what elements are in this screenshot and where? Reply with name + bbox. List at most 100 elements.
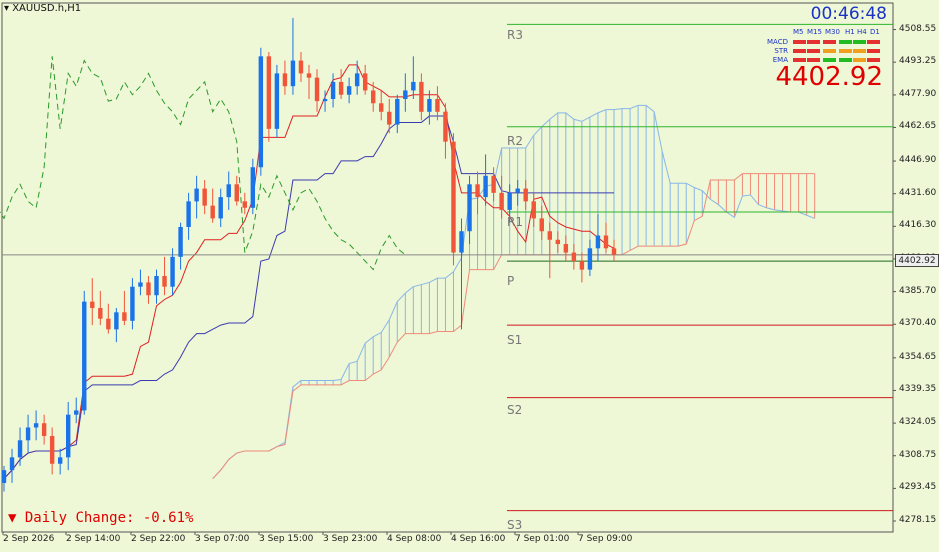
candle-body xyxy=(411,81,416,91)
candle-body xyxy=(298,60,304,74)
candle-body xyxy=(330,81,336,99)
candle-body xyxy=(371,90,376,104)
senkou-span-a xyxy=(212,104,815,480)
candle-body xyxy=(314,77,320,102)
candle-body xyxy=(306,73,312,78)
price-tick-label: 4416.30 xyxy=(899,220,937,231)
pivot-label-p: P xyxy=(507,274,515,288)
candle-body xyxy=(419,81,424,112)
candle-body xyxy=(202,188,207,206)
signal-cell xyxy=(839,49,852,53)
signal-cell xyxy=(823,49,836,53)
candle-body xyxy=(210,205,215,219)
time-tick-label: 7 Sep 01:00 xyxy=(515,534,570,544)
tf-d1: D1 xyxy=(870,28,880,36)
price-tick-label: 4293.45 xyxy=(899,482,937,493)
candle-body xyxy=(33,423,39,428)
candle-body xyxy=(57,457,63,464)
chart-area[interactable]: ▾ XAUUSD.h,H1 00:46:48 M5 M15 M30 H1 H4 … xyxy=(0,0,939,552)
candle-body xyxy=(1,470,7,483)
price-tick-label: 4493.25 xyxy=(899,56,937,67)
candle-body xyxy=(523,188,528,202)
candle-body xyxy=(571,252,577,262)
price-tick-label: 4324.05 xyxy=(899,417,937,428)
tf-h4: H4 xyxy=(857,28,867,36)
candle-body xyxy=(82,301,87,411)
candle-body xyxy=(162,276,167,287)
candle-body xyxy=(290,60,296,87)
down-arrow-icon: ▼ xyxy=(8,510,17,526)
time-tick-label: 3 Sep 07:00 xyxy=(195,534,250,544)
candle-body xyxy=(379,103,384,112)
signal-cell xyxy=(853,40,866,44)
candle-body xyxy=(587,248,593,270)
candle-body xyxy=(338,81,344,95)
price-tick-label: 4339.35 xyxy=(899,384,937,395)
candle-body xyxy=(266,56,272,129)
candle-body xyxy=(403,90,408,99)
candle-body xyxy=(9,457,15,471)
price-tick-label: 4477.90 xyxy=(899,88,937,99)
candle-body xyxy=(114,312,119,330)
candle-body xyxy=(579,261,585,270)
daily-change: ▼ Daily Change: -0.61% xyxy=(8,510,193,526)
candle-timer: 00:46:48 xyxy=(810,4,887,24)
price-tick-label: 4508.55 xyxy=(899,23,937,34)
candle-body xyxy=(346,86,352,95)
tf-h1: H1 xyxy=(845,28,855,36)
price-tick-label: 4462.65 xyxy=(899,121,937,132)
pivot-label-s3: S3 xyxy=(507,518,523,532)
time-tick-label: 7 Sep 09:00 xyxy=(578,534,633,544)
candle-body xyxy=(25,427,31,441)
candle-body xyxy=(274,73,280,129)
tf-m30: M30 xyxy=(825,28,840,36)
candle-body xyxy=(242,201,247,208)
price-tick-label: 4308.75 xyxy=(899,449,937,460)
time-tick-label: 3 Sep 15:00 xyxy=(259,534,314,544)
candle-body xyxy=(611,248,617,255)
pivot-label-r3: R3 xyxy=(507,28,523,42)
signal-cell xyxy=(793,49,806,53)
candle-body xyxy=(507,192,512,210)
candle-body xyxy=(395,98,400,125)
candle-body xyxy=(178,226,183,257)
signal-cell xyxy=(853,49,866,53)
candle-body xyxy=(491,175,496,193)
candle-body xyxy=(354,73,360,87)
signal-cell xyxy=(807,49,820,53)
candle-body xyxy=(41,423,47,437)
time-tick-label: 2 Sep 22:00 xyxy=(131,534,186,544)
current-price-display: 4402.92 xyxy=(775,62,883,92)
candle-body xyxy=(170,256,175,287)
candle-body xyxy=(234,184,239,202)
signal-cell xyxy=(823,40,836,44)
candle-body xyxy=(467,184,472,232)
candle-body xyxy=(250,167,256,208)
time-tick-label: 2 Sep 14:00 xyxy=(66,534,121,544)
symbol-text: XAUUSD.h,H1 xyxy=(12,3,82,14)
price-tick-label: 4354.65 xyxy=(899,351,937,362)
signal-cell xyxy=(793,40,806,44)
candle-body xyxy=(154,276,159,296)
candle-body xyxy=(555,239,561,245)
candle-body xyxy=(146,282,151,296)
candle-body xyxy=(443,111,448,142)
candle-body xyxy=(499,192,504,210)
tf-m5: M5 xyxy=(793,28,804,36)
candle-body xyxy=(282,73,288,87)
candle-body xyxy=(98,308,103,319)
candle-body xyxy=(74,410,79,415)
kijun-line xyxy=(3,115,614,480)
candle-body xyxy=(362,73,368,91)
candle-body xyxy=(322,98,328,102)
pivot-label-r1: R1 xyxy=(507,215,523,229)
candle-body xyxy=(122,312,127,321)
candle-body xyxy=(547,231,552,240)
candle-body xyxy=(186,201,191,227)
candle-body xyxy=(475,184,480,198)
pivot-label-s1: S1 xyxy=(507,333,523,347)
indicator-str-label: STR xyxy=(774,47,788,55)
candle-body xyxy=(435,98,440,112)
indicator-macd-label: MACD xyxy=(767,38,788,46)
candle-body xyxy=(595,235,601,249)
